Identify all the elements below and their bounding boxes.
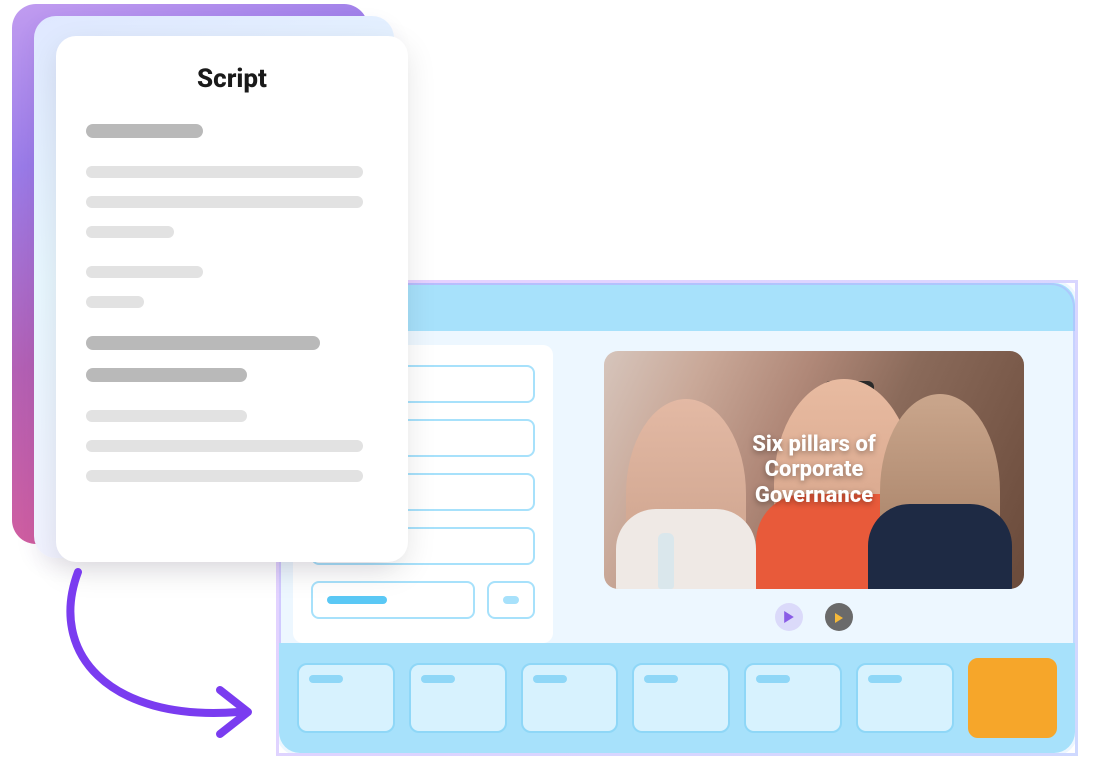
timeline-clip[interactable] [856,663,954,733]
timeline-clip[interactable] [744,663,842,733]
script-line [86,226,174,238]
script-document-stack: Script [12,0,392,570]
preview-button[interactable] [825,603,853,631]
timeline-clip[interactable] [521,663,619,733]
timeline-clip[interactable] [297,663,395,733]
script-document[interactable]: Script [56,36,408,562]
scene-item[interactable] [311,581,475,619]
script-line [86,124,203,138]
preview-area: Six pillars of Corporate Governance [553,331,1075,643]
script-line [86,470,363,482]
video-preview[interactable]: Six pillars of Corporate Governance [604,351,1024,589]
script-line [86,296,144,308]
video-overlay-title: Six pillars of Corporate Governance [709,432,919,508]
preview-controls [775,603,853,631]
script-line [86,410,247,422]
preview-icon [834,608,844,627]
script-line [86,196,363,208]
flow-arrow-icon [48,562,268,752]
timeline-clip[interactable] [409,663,507,733]
play-icon [783,608,795,627]
timeline [279,643,1075,753]
script-title: Script [86,64,378,94]
script-line [86,440,363,452]
timeline-clip-active[interactable] [968,658,1057,738]
background-prop [658,533,674,589]
scene-item-add[interactable] [487,581,535,619]
timeline-clip[interactable] [632,663,730,733]
script-line [86,368,247,382]
play-button[interactable] [775,603,803,631]
script-line [86,336,320,350]
script-line [86,166,363,178]
script-line [86,266,203,278]
